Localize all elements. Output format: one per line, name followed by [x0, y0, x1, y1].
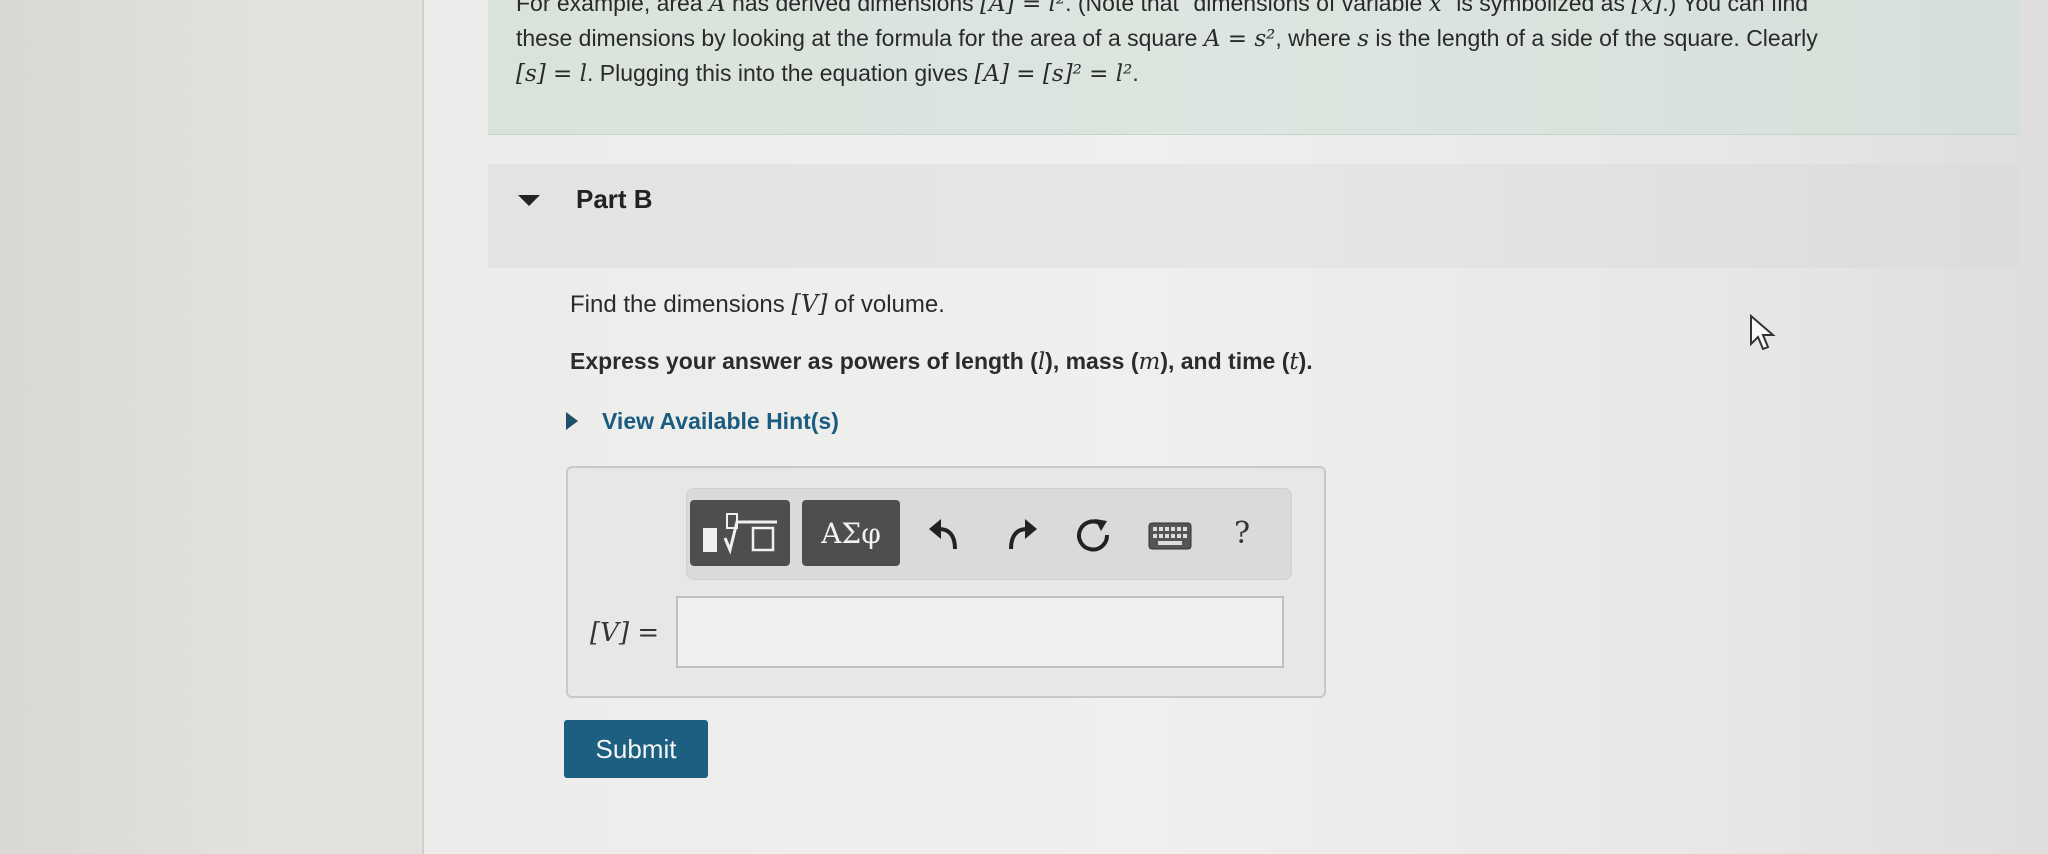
- reset-button[interactable]: [1068, 510, 1118, 560]
- answer-label: [V] =: [590, 618, 660, 648]
- templates-button[interactable]: [690, 500, 790, 566]
- redo-button[interactable]: [996, 512, 1046, 558]
- keyboard-icon: [1148, 522, 1192, 550]
- intro-text: For example, area A has derived dimensio…: [516, 0, 1976, 91]
- templates-icon: [703, 513, 777, 555]
- expand-triangle-icon[interactable]: [566, 412, 578, 430]
- collapse-triangle-icon[interactable]: [518, 195, 540, 206]
- intro-line-1: For example, area A has derived dimensio…: [516, 0, 1809, 17]
- intro-line-2: these dimensions by looking at the formu…: [516, 25, 1818, 52]
- keyboard-button[interactable]: [1142, 516, 1198, 556]
- question-text: Find the dimensions [V] of volume.: [570, 290, 945, 318]
- redo-icon: [1009, 519, 1037, 550]
- reset-icon: [1077, 519, 1110, 552]
- part-title: Part B: [576, 184, 653, 214]
- part-header[interactable]: [488, 164, 2020, 268]
- view-hints-link[interactable]: View Available Hint(s): [602, 408, 839, 435]
- intro-line-3: [s] = l. Plugging this into the equation…: [516, 60, 1139, 87]
- symbols-button[interactable]: ΑΣφ: [802, 500, 900, 566]
- instruction-text: Express your answer as powers of length …: [570, 348, 1313, 375]
- undo-button[interactable]: [920, 512, 970, 558]
- mouse-cursor-icon: [1750, 314, 1776, 351]
- answer-input[interactable]: [676, 596, 1284, 668]
- help-button[interactable]: ?: [1220, 508, 1264, 558]
- submit-button[interactable]: Submit: [564, 720, 708, 778]
- undo-icon: [929, 519, 957, 550]
